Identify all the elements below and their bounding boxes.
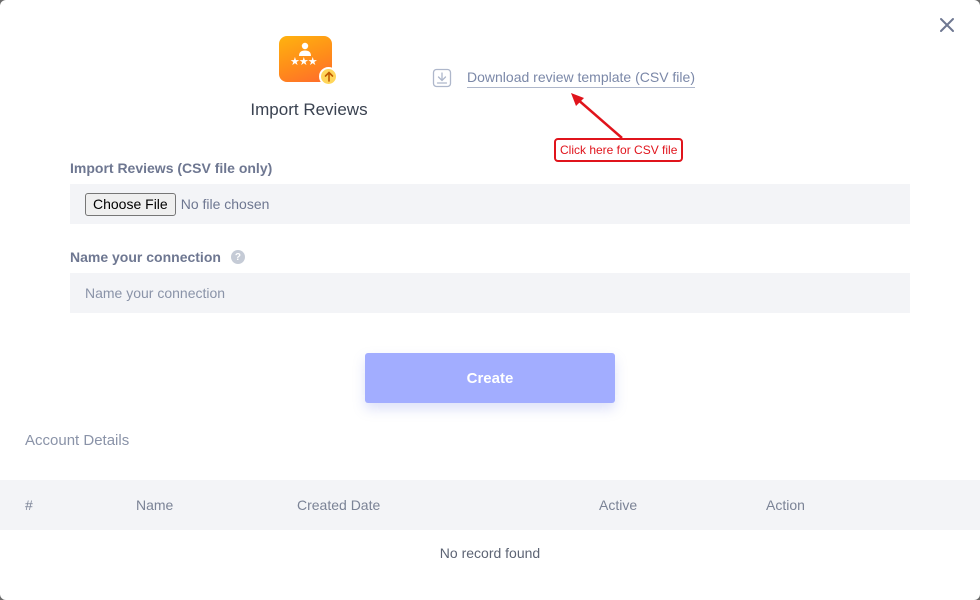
account-table-header: # Name Created Date Active Action: [0, 480, 980, 530]
file-status: No file chosen: [180, 196, 270, 212]
connection-field-label-text: Name your connection: [70, 249, 221, 265]
download-icon: [432, 68, 452, 88]
column-header-name: Name: [136, 497, 174, 513]
csv-file-input[interactable]: Choose File No file chosen: [70, 184, 910, 224]
empty-table-message: No record found: [439, 545, 541, 561]
column-header-action: Action: [766, 497, 805, 513]
download-template-link[interactable]: Download review template (CSV file): [432, 68, 695, 88]
annotation-arrow: [571, 93, 623, 139]
connection-field-label: Name your connection ?: [70, 249, 245, 265]
connection-name-input[interactable]: [70, 273, 910, 313]
import-reviews-modal: ★★★ Import Reviews Download review templ…: [0, 0, 980, 600]
create-button[interactable]: Create: [365, 353, 615, 403]
annotation-callout: Click here for CSV file: [554, 138, 684, 162]
account-details-title: Account Details: [25, 432, 130, 449]
import-reviews-icon: ★★★: [279, 36, 339, 86]
download-link-text[interactable]: Download review template (CSV file): [467, 69, 695, 88]
close-icon[interactable]: [938, 16, 956, 34]
help-icon[interactable]: ?: [230, 250, 245, 264]
modal-title: Import Reviews: [250, 100, 368, 119]
csv-field-label-text: Import Reviews (CSV file only): [70, 160, 273, 176]
column-header-number: #: [25, 497, 33, 513]
column-header-active: Active: [599, 497, 638, 513]
column-header-created-date: Created Date: [297, 497, 381, 513]
csv-field-label: Import Reviews (CSV file only): [70, 160, 272, 176]
choose-file-button[interactable]: Choose File: [85, 192, 176, 216]
